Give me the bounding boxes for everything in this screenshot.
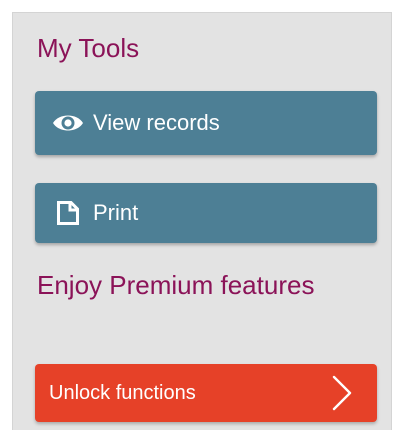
- view-records-label: View records: [93, 110, 220, 135]
- unlock-functions-label: Unlock functions: [49, 381, 196, 404]
- print-label: Print: [93, 200, 139, 225]
- print-button[interactable]: Print: [35, 183, 377, 243]
- unlock-functions-button[interactable]: Unlock functions: [35, 364, 377, 422]
- premium-heading: Enjoy Premium features: [37, 270, 315, 300]
- eye-icon: [51, 106, 85, 140]
- view-records-button[interactable]: View records: [35, 91, 377, 155]
- chevron-right-icon: [331, 375, 353, 411]
- my-tools-heading: My Tools: [37, 33, 140, 63]
- my-tools-panel: My Tools View records Print Enjoy Premiu…: [12, 12, 392, 430]
- document-icon: [51, 196, 85, 230]
